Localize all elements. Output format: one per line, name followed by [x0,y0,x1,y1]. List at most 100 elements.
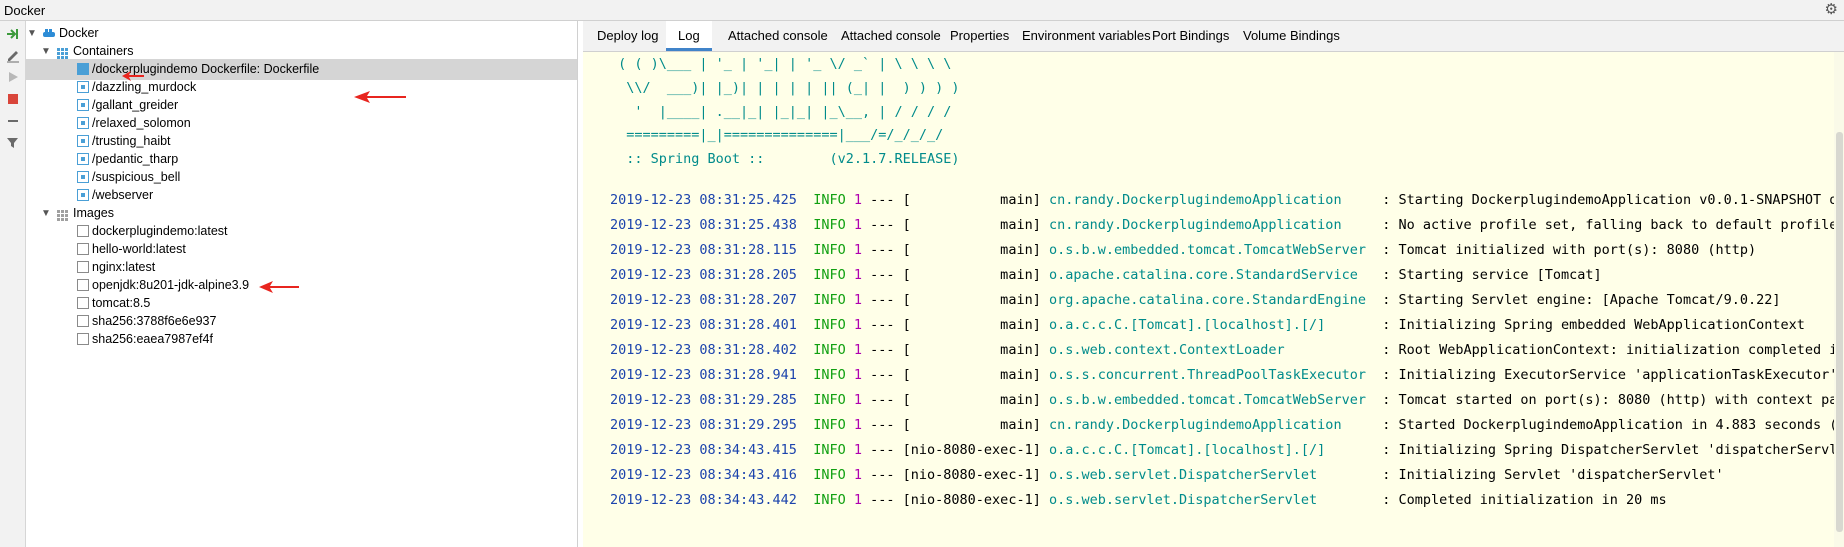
log-sep: --- [ [862,242,911,258]
log-line: 2019-12-23 08:31:28.207 INFO 1 --- [ mai… [610,290,1780,310]
log-pid: 1 [853,492,862,508]
banner-line: \\/ ___)| |_)| | | | | || (_| | ) ) ) ) [610,80,960,96]
log-sep: --- [ [862,192,911,208]
log-sep: : [1374,442,1399,458]
gear-icon[interactable]: ⚙ [1825,1,1838,19]
side-toolbar [0,21,26,547]
log-sep: --- [ [862,292,911,308]
log-thread: main [910,342,1033,358]
tab-attached-console-1[interactable]: Attached console [716,21,840,51]
log-logger: o.s.web.servlet.DispatcherServlet [1048,492,1375,508]
log-level: INFO [813,417,846,433]
log-message: Root WebApplicationContext: initializati… [1398,342,1844,358]
log-level: INFO [813,367,846,383]
log-pid: 1 [853,467,862,483]
log-sep: --- [ [862,342,911,358]
tab-deploy-log[interactable]: Deploy log [585,21,670,51]
log-sep: : [1374,392,1399,408]
log-level: INFO [813,442,846,458]
log-sep: : [1374,342,1399,358]
log-sep [846,442,854,458]
log-sep: --- [ [862,467,911,483]
filter-icon[interactable] [3,133,23,153]
log-logger: o.s.b.w.embedded.tomcat.TomcatWebServer [1048,242,1375,258]
log-sep [797,417,813,433]
deploy-icon[interactable] [3,24,23,44]
tab-log[interactable]: Log [666,21,712,51]
log-sep: ] [1032,292,1049,308]
docker-icon [42,26,56,40]
annotation-arrow-icon [122,71,144,81]
docker-tree: ▼ Docker ▼ Containers /dockerplugindemo … [26,21,578,547]
log-sep: --- [ [862,267,911,283]
log-sep [846,392,854,408]
log-message: Initializing Servlet 'dispatcherServlet' [1398,467,1724,483]
log-message: Starting service [Tomcat] [1398,267,1602,283]
log-sep: --- [ [862,442,911,458]
container-icon [77,135,89,147]
log-level: INFO [813,217,846,233]
log-sep: : [1374,317,1399,333]
annotation-arrow-icon [259,281,299,293]
image-icon [77,243,89,255]
log-logger: cn.randy.DockerplugindemoApplication [1048,192,1375,208]
log-sep [797,367,813,383]
stop-icon[interactable] [3,89,23,109]
log-timestamp: 2019-12-23 08:31:28.401 [610,317,797,333]
log-timestamp: 2019-12-23 08:31:29.295 [610,417,797,433]
log-sep: ] [1032,217,1049,233]
log-timestamp: 2019-12-23 08:31:28.941 [610,367,797,383]
log-sep [846,342,854,358]
log-sep [846,267,854,283]
log-sep: ] [1032,342,1049,358]
log-sep [846,492,854,508]
tab-attached-console-2[interactable]: Attached console [829,21,953,51]
scrollbar[interactable] [1834,52,1844,547]
tab-volume-bindings[interactable]: Volume Bindings [1231,21,1352,51]
log-sep: --- [ [862,492,911,508]
tab-port-bindings[interactable]: Port Bindings [1140,21,1241,51]
log-thread: main [910,242,1033,258]
log-sep: : [1374,242,1399,258]
log-line: 2019-12-23 08:31:25.438 INFO 1 --- [ mai… [610,215,1844,235]
banner-line: ' |____| .__|_| |_|_| |_\__, | / / / / [610,104,952,120]
log-sep: : [1374,192,1399,208]
log-pid: 1 [853,367,862,383]
container-icon [77,153,89,165]
banner-line: =========|_|==============|___/=/_/_/_/ [610,127,944,143]
log-sep: --- [ [862,417,911,433]
log-sep [797,492,813,508]
log-sep: ] [1032,367,1049,383]
image-name: sha256:eaea7987ef4f [92,332,213,346]
tree-item-image[interactable]: sha256:eaea7987ef4f [26,329,577,350]
log-sep [797,317,813,333]
log-logger: o.s.b.w.embedded.tomcat.TomcatWebServer [1048,392,1375,408]
log-sep [846,192,854,208]
log-console[interactable]: ( ( )\___ | '_ | '_| | '_ \/ _` | \ \ \ … [583,52,1844,547]
log-thread: main [910,267,1033,283]
image-icon [77,315,89,327]
log-sep: --- [ [862,392,911,408]
log-logger: o.s.web.servlet.DispatcherServlet [1048,467,1375,483]
container-icon [77,189,89,201]
log-message: Initializing Spring embedded WebApplicat… [1398,317,1805,333]
banner-line: :: Spring Boot :: (v2.1.7.RELEASE) [610,151,960,167]
image-icon [77,279,89,291]
banner-line: ( ( )\___ | '_ | '_| | '_ \/ _` | \ \ \ … [610,56,952,72]
log-sep: ] [1032,442,1049,458]
edit-icon[interactable] [3,45,23,65]
image-icon [77,297,89,309]
log-pid: 1 [853,342,862,358]
log-thread: main [910,417,1033,433]
log-sep [846,317,854,333]
log-sep: --- [ [862,367,911,383]
log-timestamp: 2019-12-23 08:31:28.115 [610,242,797,258]
log-pid: 1 [853,242,862,258]
image-icon [77,333,89,345]
log-sep: --- [ [862,217,911,233]
collapse-icon[interactable] [3,111,23,131]
tab-properties[interactable]: Properties [938,21,1021,51]
scrollbar-thumb[interactable] [1836,132,1843,532]
start-icon[interactable] [3,67,23,87]
log-sep: : [1374,292,1399,308]
